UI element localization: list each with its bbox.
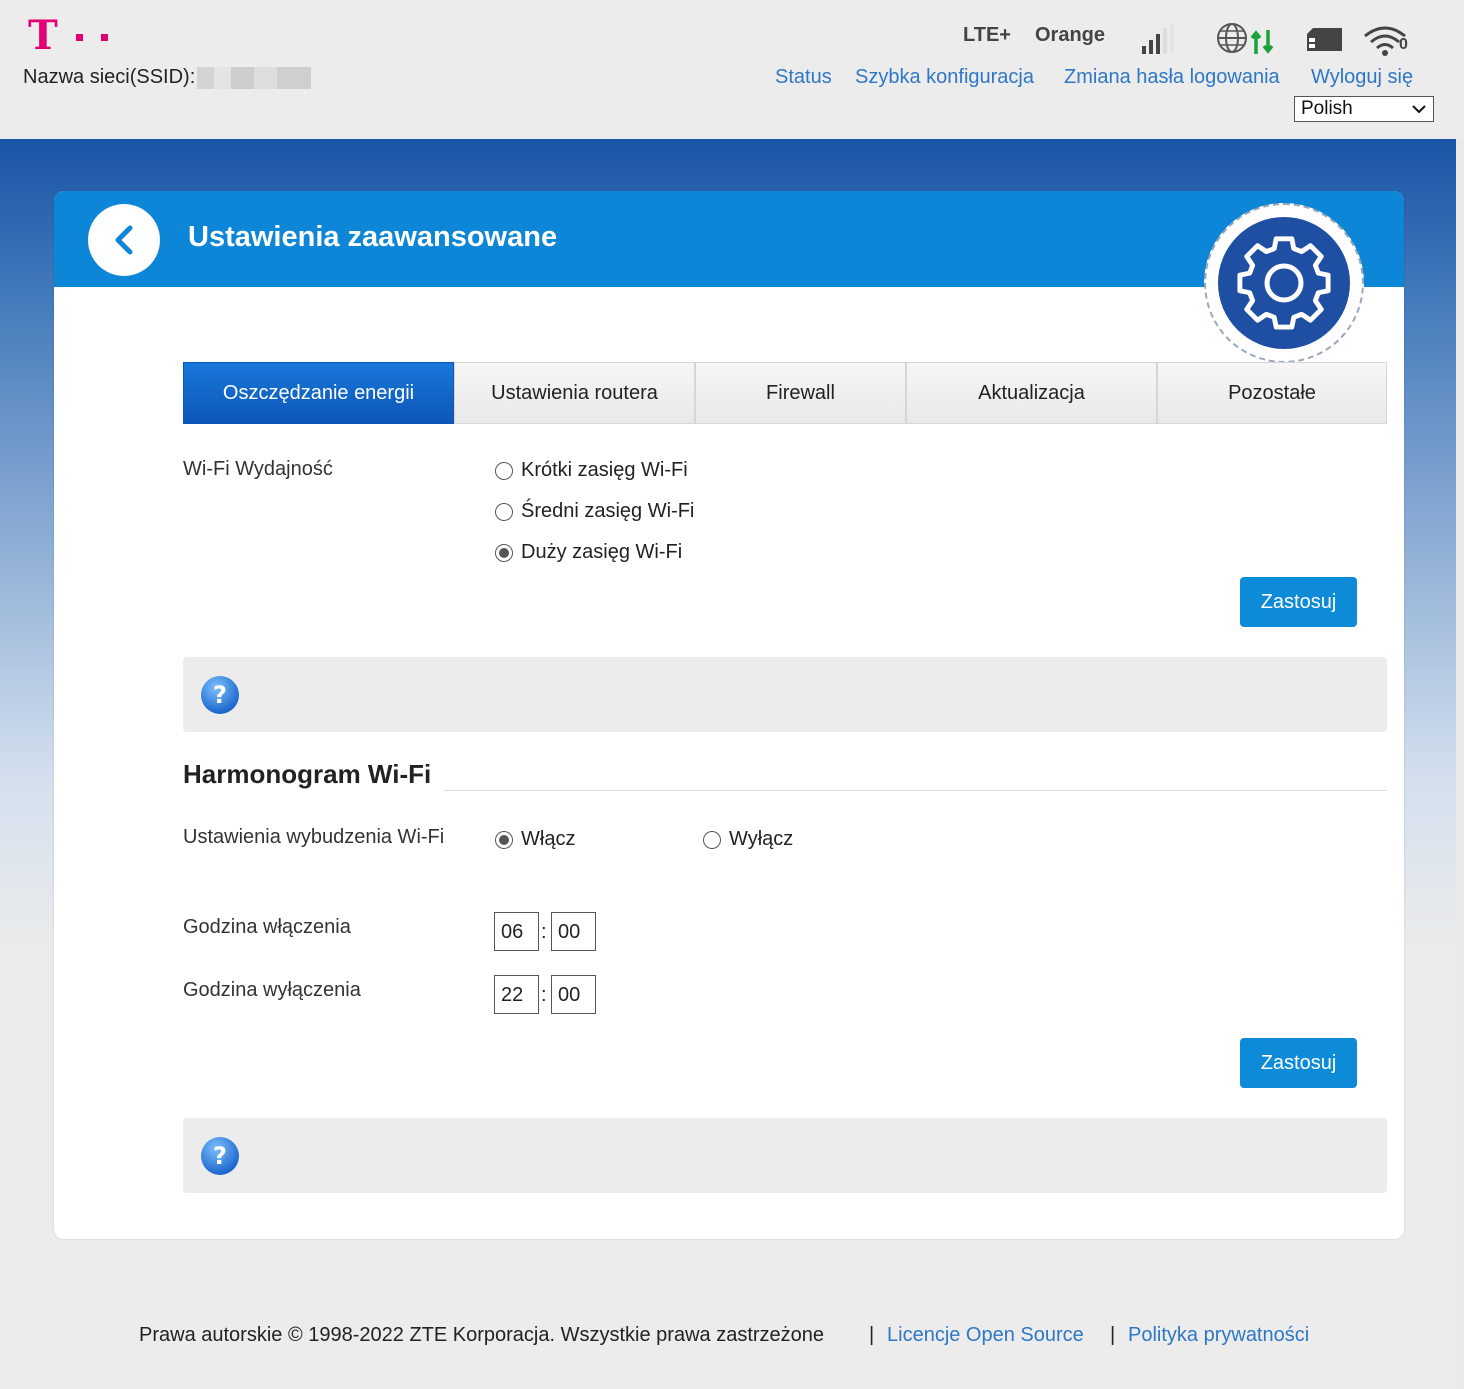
sim-card-icon bbox=[1305, 26, 1345, 59]
settings-card: Ustawienia zaawansowane Oszczędzanie ene… bbox=[54, 191, 1404, 1239]
help-panel-performance: ? bbox=[183, 657, 1387, 732]
ssid-info: Nazwa sieci(SSID): bbox=[23, 66, 312, 89]
radio-short-range-label: Krótki zasięg Wi-Fi bbox=[521, 459, 688, 481]
chevron-left-icon bbox=[115, 225, 133, 255]
end-time-label: Godzina wyłączenia bbox=[183, 979, 361, 1001]
tab-update[interactable]: Aktualizacja bbox=[906, 362, 1157, 424]
help-icon[interactable]: ? bbox=[200, 1136, 240, 1176]
radio-schedule-on-label: Włącz bbox=[521, 828, 576, 850]
section-divider bbox=[444, 790, 1387, 791]
nav-status-link[interactable]: Status bbox=[775, 66, 832, 89]
radio-medium-range-label: Średni zasięg Wi-Fi bbox=[521, 500, 695, 522]
footer-separator: | bbox=[1110, 1324, 1116, 1346]
top-header: T Nazwa sieci(SSID): LTE+ Orange 0 Statu… bbox=[0, 0, 1464, 139]
wifi-client-count: 0 bbox=[1399, 36, 1408, 53]
card-header: Ustawienia zaawansowane bbox=[54, 191, 1404, 287]
nav-quick-setup-link[interactable]: Szybka konfiguracja bbox=[855, 66, 1034, 89]
radio-schedule-off-label: Wyłącz bbox=[729, 828, 794, 850]
tab-other[interactable]: Pozostałe bbox=[1157, 362, 1387, 424]
end-hour-input[interactable]: 22 bbox=[494, 975, 539, 1014]
radio-circle[interactable] bbox=[703, 830, 721, 849]
operator-name: Orange bbox=[1035, 24, 1106, 46]
footer-separator: | bbox=[869, 1324, 875, 1346]
tab-power-saving[interactable]: Oszczędzanie energii bbox=[183, 362, 454, 424]
end-minute-input[interactable]: 00 bbox=[551, 975, 596, 1014]
settings-badge bbox=[1204, 203, 1364, 363]
radio-short-range[interactable]: Krótki zasięg Wi-Fi bbox=[495, 459, 688, 482]
network-type: LTE+ bbox=[963, 24, 1011, 46]
internet-connected-icon bbox=[1216, 22, 1280, 63]
gear-icon bbox=[1218, 217, 1350, 349]
help-icon[interactable]: ? bbox=[200, 675, 240, 715]
signal-strength-icon bbox=[1140, 24, 1180, 61]
ssid-value-redacted bbox=[197, 66, 312, 89]
wake-settings-label: Ustawienia wybudzenia Wi-Fi bbox=[183, 826, 445, 848]
radio-long-range[interactable]: Duży zasięg Wi-Fi bbox=[495, 541, 682, 564]
status-bar: LTE+ Orange 0 bbox=[0, 23, 1464, 61]
schedule-section-title: Harmonogram Wi-Fi bbox=[183, 759, 432, 789]
tab-bar: Oszczędzanie energii Ustawienia routera … bbox=[183, 362, 1387, 424]
radio-circle[interactable] bbox=[495, 502, 513, 521]
chevron-down-icon bbox=[1411, 100, 1427, 124]
radio-long-range-label: Duży zasięg Wi-Fi bbox=[521, 541, 683, 563]
time-separator: : bbox=[541, 984, 547, 1006]
language-select[interactable]: Polish bbox=[1294, 96, 1434, 122]
open-source-link[interactable]: Licencje Open Source bbox=[887, 1324, 1084, 1347]
svg-text:?: ? bbox=[213, 1142, 227, 1170]
tab-firewall[interactable]: Firewall bbox=[695, 362, 906, 424]
radio-medium-range[interactable]: Średni zasięg Wi-Fi bbox=[495, 500, 694, 523]
ssid-label: Nazwa sieci(SSID): bbox=[23, 66, 196, 88]
tab-router-settings[interactable]: Ustawienia routera bbox=[454, 362, 695, 424]
start-minute-input[interactable]: 00 bbox=[551, 912, 596, 951]
radio-schedule-on[interactable]: Włącz bbox=[495, 828, 575, 851]
page-title: Ustawienia zaawansowane bbox=[188, 221, 558, 253]
help-panel-schedule: ? bbox=[183, 1118, 1387, 1193]
copyright-text: Prawa autorskie © 1998-2022 ZTE Korporac… bbox=[139, 1324, 825, 1346]
start-time-label: Godzina włączenia bbox=[183, 916, 351, 938]
radio-circle-selected[interactable] bbox=[495, 543, 513, 562]
radio-circle[interactable] bbox=[495, 461, 513, 480]
radio-circle-selected[interactable] bbox=[495, 830, 513, 849]
radio-schedule-off[interactable]: Wyłącz bbox=[703, 828, 793, 851]
wifi-performance-label: Wi-Fi Wydajność bbox=[183, 458, 333, 480]
back-button[interactable] bbox=[88, 204, 160, 276]
privacy-policy-link[interactable]: Polityka prywatności bbox=[1128, 1324, 1309, 1347]
language-selected-value: Polish bbox=[1301, 98, 1353, 119]
nav-change-password-link[interactable]: Zmiana hasła logowania bbox=[1064, 66, 1280, 89]
apply-schedule-button[interactable]: Zastosuj bbox=[1240, 1038, 1357, 1088]
svg-text:?: ? bbox=[213, 681, 227, 709]
start-hour-input[interactable]: 06 bbox=[494, 912, 539, 951]
nav-logout-link[interactable]: Wyloguj się bbox=[1311, 66, 1413, 89]
apply-performance-button[interactable]: Zastosuj bbox=[1240, 577, 1357, 627]
time-separator: : bbox=[541, 921, 547, 943]
